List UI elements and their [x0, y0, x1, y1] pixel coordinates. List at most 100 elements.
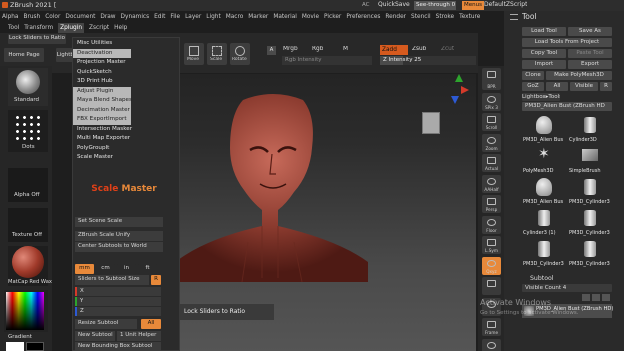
- x-slider[interactable]: X: [75, 287, 161, 296]
- aahalf-icon[interactable]: AAHalf: [482, 174, 501, 193]
- menu-draw[interactable]: Draw: [100, 12, 115, 22]
- menu-texture[interactable]: Texture: [459, 12, 480, 22]
- rotate-button[interactable]: Rotate: [230, 43, 250, 65]
- save-as-button[interactable]: Save As: [568, 27, 612, 36]
- r-reset-button[interactable]: R: [151, 275, 161, 285]
- all-button[interactable]: All: [546, 82, 568, 91]
- unit-ft-toggle[interactable]: ft: [138, 264, 157, 274]
- rgb-intensity-slider[interactable]: Rgb Intensity: [282, 56, 372, 65]
- floor-icon[interactable]: Floor: [482, 215, 501, 234]
- quicksave-button[interactable]: QuickSave: [378, 1, 410, 8]
- material-thumbnail[interactable]: MatCap Red Wax: [8, 246, 52, 286]
- menu-picker[interactable]: Picker: [324, 12, 341, 22]
- menu-color[interactable]: Color: [45, 12, 60, 22]
- spix-icon[interactable]: SPix 3: [482, 92, 501, 111]
- unit-helper-button[interactable]: 1 Unit Helper: [117, 331, 161, 341]
- menu-light[interactable]: Light: [206, 12, 220, 22]
- tool-thumb-3[interactable]: SimpleBrush: [568, 145, 612, 174]
- make-polymesh-button[interactable]: Make PolyMesh3D: [546, 71, 612, 80]
- plugin-item-polygroupit[interactable]: PolyGroupIt: [73, 144, 179, 154]
- plugin-item-decimation-master[interactable]: Decimation Master: [73, 105, 131, 115]
- scale-unify-button[interactable]: ZBrush Scale Unify: [75, 231, 163, 241]
- persp-icon[interactable]: Persp: [482, 195, 501, 213]
- menu-render[interactable]: Render: [385, 12, 406, 22]
- rgb-toggle[interactable]: Rgb: [312, 46, 323, 52]
- resize-subtool-button[interactable]: Resize Subtool: [75, 319, 137, 329]
- plugin-item-projection-master[interactable]: Projection Master: [73, 58, 179, 68]
- visible-count-slider[interactable]: Visible Count 4: [522, 284, 612, 292]
- plugin-item-deactivation[interactable]: Deactivation: [73, 48, 131, 58]
- new-subtool-button[interactable]: New Subtool: [75, 331, 115, 341]
- menu-stroke[interactable]: Stroke: [436, 12, 454, 22]
- load-tool-button[interactable]: Load Tool: [522, 27, 566, 36]
- list-view-icon[interactable]: [582, 294, 590, 301]
- r-button[interactable]: R: [600, 82, 612, 91]
- alpha-thumbnail[interactable]: Alpha Off: [8, 168, 48, 202]
- menu-zplugin[interactable]: Zplugin: [58, 23, 85, 33]
- move-button[interactable]: Move: [184, 43, 204, 65]
- menu-file[interactable]: File: [170, 12, 180, 22]
- rotate-z-icon[interactable]: [482, 277, 501, 295]
- options-icon[interactable]: [602, 294, 610, 301]
- lightbox-tools-button[interactable]: Lightbox▸Tools: [522, 93, 560, 101]
- brush-thumbnail[interactable]: Standard: [8, 68, 48, 106]
- scroll-icon[interactable]: Scroll: [482, 113, 501, 131]
- tool-thumb-9[interactable]: PM3D_Cylinder3: [568, 238, 612, 267]
- frame-icon[interactable]: Frame: [482, 318, 501, 336]
- zoom-icon[interactable]: Zoom: [482, 133, 501, 152]
- plugin-item-misc-utilities[interactable]: Misc Utilities: [73, 39, 179, 49]
- alien-bust-model[interactable]: [178, 92, 368, 282]
- grid-view-icon[interactable]: [592, 294, 600, 301]
- all-toggle[interactable]: All: [141, 319, 161, 329]
- plugin-item-scale-master[interactable]: Scale Master: [73, 153, 179, 163]
- menu-preferences[interactable]: Preferences: [346, 12, 380, 22]
- plugin-item-multi-map-exporter[interactable]: Multi Map Exporter: [73, 134, 179, 144]
- tool-thumb-7[interactable]: PM3D_Cylinder3: [568, 207, 612, 236]
- seethrough-slider[interactable]: See-through 0: [414, 1, 456, 10]
- load-from-project-button[interactable]: Load Tools From Project: [522, 38, 612, 47]
- menu-zscript[interactable]: Zscript: [89, 23, 109, 33]
- menu-material[interactable]: Material: [273, 12, 297, 22]
- xyz-icon[interactable]: Qxyz: [482, 256, 501, 275]
- ac-label[interactable]: AC: [362, 2, 370, 8]
- menu-marker[interactable]: Marker: [248, 12, 268, 22]
- tool-thumb-0[interactable]: PM3D_Alien Bus: [522, 114, 566, 143]
- copy-tool-button[interactable]: Copy Tool: [522, 49, 566, 58]
- zadd-toggle[interactable]: Zadd: [380, 45, 408, 55]
- mrgb-toggle[interactable]: Mrgb: [283, 46, 298, 52]
- goz-button[interactable]: GoZ: [522, 82, 544, 91]
- gradient-label[interactable]: Gradient: [8, 334, 32, 340]
- tool-thumb-6[interactable]: Cylinder3 (1): [522, 207, 566, 236]
- import-button[interactable]: Import: [522, 60, 566, 69]
- lock-sliders-button[interactable]: Lock Sliders to Ratio: [8, 34, 66, 44]
- menus-button[interactable]: Menus: [462, 1, 484, 10]
- document-canvas[interactable]: Lock Sliders to Ratio: [178, 74, 476, 351]
- export-button[interactable]: Export: [568, 60, 612, 69]
- lsym-icon[interactable]: L.Sym: [482, 236, 501, 254]
- plugin-item-maya-blend-shapes[interactable]: Maya Blend Shapes: [73, 96, 132, 106]
- center-subtools-button[interactable]: Center Subtools to World: [75, 242, 163, 252]
- texture-thumbnail[interactable]: Texture Off: [8, 208, 48, 242]
- menu-edit[interactable]: Edit: [154, 12, 165, 22]
- menu-layer[interactable]: Layer: [185, 12, 201, 22]
- sliders-to-subtool-button[interactable]: Sliders to Subtool Size: [75, 275, 149, 285]
- z-intensity-slider[interactable]: Z Intensity 25: [380, 56, 476, 65]
- scale-button[interactable]: Scale: [207, 43, 227, 65]
- tool-thumb-8[interactable]: PM3D_Cylinder3: [522, 238, 566, 267]
- default-zscript-label[interactable]: DefaultZScript: [484, 1, 527, 8]
- tool-palette-menu-icon[interactable]: [510, 14, 518, 20]
- menu-dynamics[interactable]: Dynamics: [121, 12, 150, 22]
- color-picker[interactable]: [4, 290, 48, 332]
- zcut-toggle[interactable]: Zcut: [441, 46, 454, 52]
- unit-cm-toggle[interactable]: cm: [96, 264, 115, 274]
- set-scene-scale-button[interactable]: Set Scene Scale: [75, 217, 163, 227]
- menu-tool[interactable]: Tool: [8, 23, 19, 33]
- menu-document[interactable]: Document: [65, 12, 95, 22]
- tool-thumb-2[interactable]: ✶ PolyMesh3D: [522, 145, 566, 174]
- a-toggle[interactable]: A: [267, 46, 276, 55]
- menu-brush[interactable]: Brush: [23, 12, 40, 22]
- new-bounding-box-button[interactable]: New Bounding Box Subtool: [75, 342, 161, 351]
- visible-button[interactable]: Visible: [570, 82, 598, 91]
- tool-thumb-1[interactable]: Cylinder3D: [568, 114, 612, 143]
- menu-stencil[interactable]: Stencil: [411, 12, 431, 22]
